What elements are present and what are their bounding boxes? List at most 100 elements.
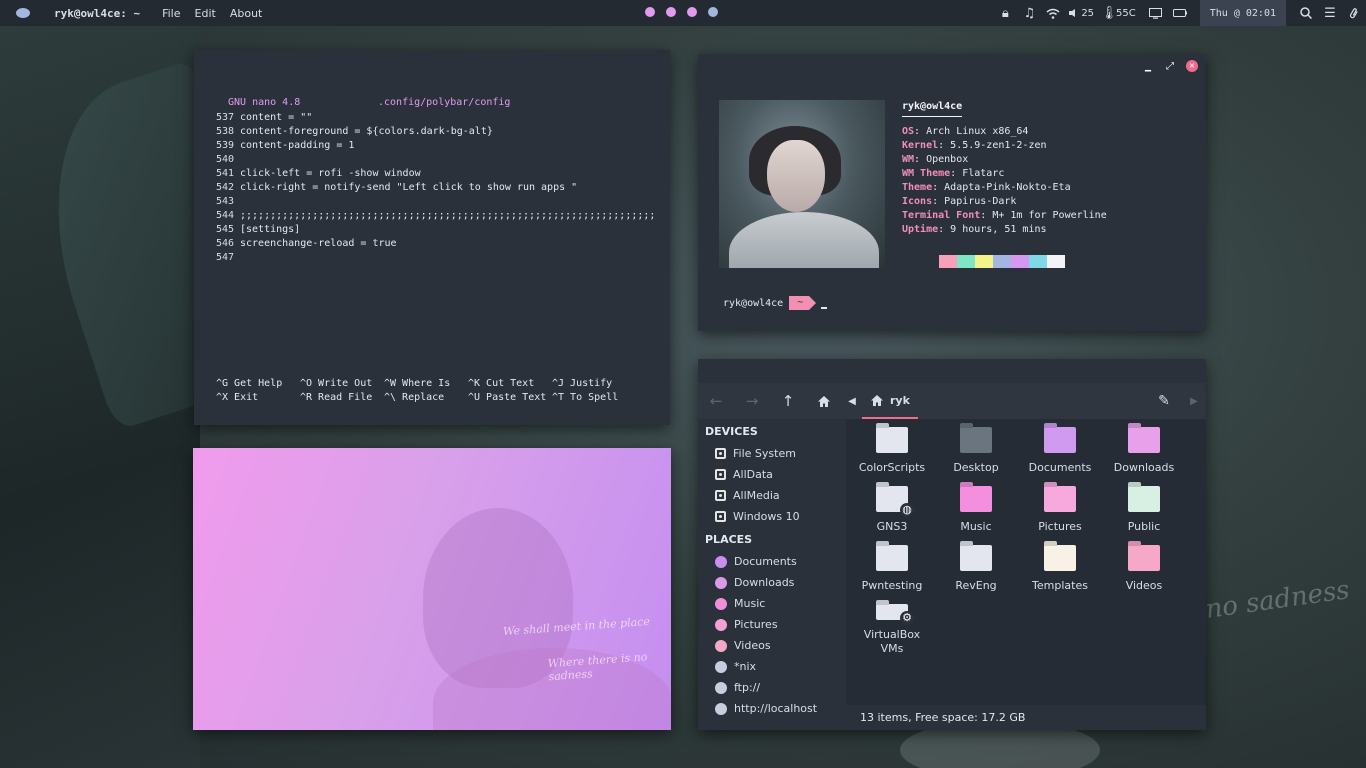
nano-file-path: .config/polybar/config (378, 97, 511, 108)
field-key: OS (902, 126, 915, 137)
folder-item[interactable]: Pwntesting (850, 545, 934, 597)
folder-item[interactable]: Videos (1102, 545, 1186, 597)
nano-shortcut[interactable]: ^R Read File (300, 391, 384, 405)
folder-item[interactable]: ◍ GNS3 (850, 486, 934, 538)
chat-logo-icon[interactable] (0, 0, 46, 26)
nano-shortcut[interactable]: ^O Write Out (300, 377, 384, 391)
menu-file[interactable]: File (162, 7, 180, 20)
place-item[interactable]: Pictures (698, 614, 846, 635)
folder-label: Documents (1028, 461, 1092, 474)
menu-edit[interactable]: Edit (195, 7, 216, 20)
chevron-right-icon[interactable]: ▶ (1182, 383, 1206, 419)
thermometer-icon: 🌡︎ (1100, 5, 1118, 21)
terminal-window[interactable]: ▁ ⤢ ✕ ryk@owl4ce OS: Arch Linux x86_64 Ke… (698, 54, 1206, 331)
nano-line: 547 (216, 251, 655, 265)
field-key: Kernel (902, 140, 939, 151)
up-arrow-icon[interactable]: ↑ (770, 383, 806, 419)
list-icon[interactable]: ☰ (1318, 0, 1342, 26)
nano-shortcut[interactable]: ^W Where Is (384, 377, 468, 391)
folder-item[interactable]: Pictures (1018, 486, 1102, 538)
folder-item[interactable]: Templates (1018, 545, 1102, 597)
place-item[interactable]: Documents (698, 551, 846, 572)
line-text: content-padding = 1 (240, 140, 355, 151)
place-item[interactable]: Downloads (698, 572, 846, 593)
folder-item[interactable]: Downloads (1102, 427, 1186, 479)
device-item[interactable]: AllMedia (698, 485, 846, 506)
folder-icon (876, 545, 908, 571)
place-item[interactable]: Videos (698, 635, 846, 656)
folder-icon (715, 681, 727, 694)
neofetch-field: Uptime: 9 hours, 51 mins (902, 224, 1047, 235)
workspace-dot-3[interactable] (687, 7, 697, 17)
nano-shortcut[interactable]: ^K Cut Text (468, 377, 552, 391)
paperclip-icon[interactable] (1342, 0, 1366, 26)
chevron-left-icon[interactable]: ◀ (842, 383, 862, 419)
breadcrumb[interactable]: ryk (862, 383, 918, 419)
folder-label: Downloads (1113, 461, 1175, 474)
palette-swatch (1047, 255, 1065, 268)
forward-arrow-icon[interactable]: → (734, 383, 770, 419)
close-button[interactable]: ✕ (1186, 60, 1198, 72)
workspace-dot-4[interactable] (708, 7, 718, 17)
nano-text-area[interactable]: 537 content = "" 538 content-foreground = $… (216, 111, 655, 265)
back-arrow-icon[interactable]: ← (698, 383, 734, 419)
folder-icon (715, 618, 727, 631)
minimize-button[interactable]: ▁ (1142, 60, 1154, 72)
place-item[interactable]: *nix (698, 656, 846, 677)
lock-icon[interactable]: 🔒︎ (993, 0, 1017, 26)
fm-content: ColorScripts Desktop Documents Downloads ◍ GN… (846, 419, 1206, 705)
nano-shortcut[interactable]: ^\ Replace (384, 391, 468, 405)
folder-icon: ◍ (876, 486, 914, 517)
menu-about[interactable]: About (230, 7, 263, 20)
folder-item[interactable]: ColorScripts (850, 427, 934, 479)
monitor-icon[interactable] (1144, 0, 1168, 26)
field-value: Adapta-Pink-Nokto-Eta (944, 182, 1071, 193)
nano-line: 540 (216, 153, 655, 167)
clock[interactable]: Thu @ 02:01 (1199, 0, 1286, 26)
battery-icon[interactable] (1168, 0, 1192, 26)
folder-item[interactable]: RevEng (934, 545, 1018, 597)
device-item[interactable]: AllData (698, 464, 846, 485)
folder-item[interactable]: Music (934, 486, 1018, 538)
workspace-dot-2[interactable] (666, 7, 676, 17)
place-label: Downloads (734, 576, 795, 589)
maximize-button[interactable]: ⤢ (1164, 60, 1176, 72)
place-label: *nix (734, 660, 757, 673)
shell-prompt[interactable]: ryk@owl4ce ~ (723, 296, 828, 310)
neofetch-separator (902, 116, 962, 117)
device-item[interactable]: Windows 10 (698, 506, 846, 527)
nano-shortcut[interactable]: ^X Exit (216, 391, 300, 405)
field-value: Papirus-Dark (944, 196, 1017, 207)
music-icon[interactable]: ♫ (1017, 0, 1041, 26)
home-icon[interactable] (806, 383, 842, 419)
device-label: File System (733, 447, 796, 460)
fm-titlebar[interactable] (698, 359, 1206, 383)
fm-sidebar: DEVICES File System AllData AllMedia Window… (698, 419, 846, 730)
place-label: http://localhost (734, 702, 818, 715)
wifi-icon[interactable] (1041, 0, 1065, 26)
workspace-dot-1[interactable] (645, 7, 655, 17)
folder-item[interactable]: Public (1102, 486, 1186, 538)
nano-shortcut[interactable]: ^G Get Help (216, 377, 300, 391)
place-item[interactable]: http://localhost (698, 698, 846, 719)
volume-icon[interactable] (1065, 0, 1081, 26)
folder-item[interactable]: Desktop (934, 427, 1018, 479)
place-item[interactable]: ftp:// (698, 677, 846, 698)
field-value: Arch Linux x86_64 (926, 126, 1029, 137)
folder-icon (1044, 545, 1076, 571)
device-item[interactable]: File System (698, 443, 846, 464)
nano-shortcut[interactable]: ^T To Spell (552, 391, 636, 405)
folder-label: Desktop (953, 461, 999, 474)
device-label: AllData (733, 468, 773, 481)
folder-item[interactable]: ⚙ VirtualBox VMs (850, 604, 934, 656)
file-manager-window[interactable]: ← → ↑ ◀ ryk ✎ ▶ DEVICES File System AllDa… (698, 359, 1206, 730)
nano-shortcut[interactable]: ^J Justify (552, 377, 636, 391)
place-item[interactable]: Music (698, 593, 846, 614)
line-number: 545 (216, 224, 235, 235)
neofetch-field: Icons: Papirus-Dark (902, 196, 1017, 207)
search-icon[interactable] (1294, 0, 1318, 26)
nano-shortcut[interactable]: ^U Paste Text (468, 391, 552, 405)
nano-editor-window[interactable]: GNU nano 4.8 .config/polybar/config 537 co… (194, 50, 670, 425)
edit-pencil-icon[interactable]: ✎ (1146, 383, 1182, 419)
folder-item[interactable]: Documents (1018, 427, 1102, 479)
